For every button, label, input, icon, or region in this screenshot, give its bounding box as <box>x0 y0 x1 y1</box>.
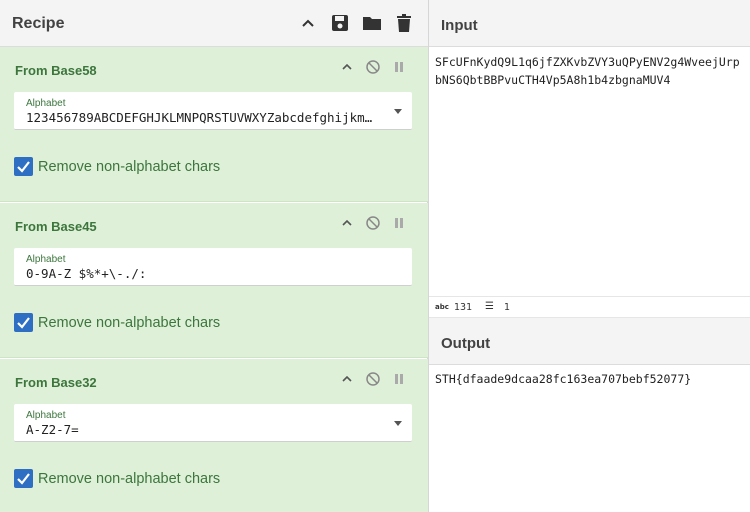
recipe-header: Recipe <box>0 0 428 47</box>
recipe-panel: Recipe From Base58 Alphabet 123456789ABC… <box>0 0 428 512</box>
char-count: 131 <box>454 302 473 313</box>
checkbox-label[interactable]: Remove non-alphabet chars <box>38 315 220 331</box>
pause-icon[interactable] <box>391 215 407 231</box>
remove-non-alphabet-checkbox[interactable] <box>14 157 33 176</box>
input-header: Input <box>429 0 750 47</box>
io-panel: Input SFcUFnKydQ9L1q6jfZXKvbZVY3uQPyENV2… <box>429 0 750 512</box>
checkbox-label[interactable]: Remove non-alphabet chars <box>38 471 220 487</box>
chevron-up-icon[interactable] <box>339 215 355 231</box>
chevron-up-icon[interactable] <box>339 371 355 387</box>
folder-icon[interactable] <box>362 13 382 33</box>
alphabet-input[interactable]: Alphabet 0-9A-Z $%*+\-./: <box>14 248 412 286</box>
input-textarea[interactable]: SFcUFnKydQ9L1q6jfZXKvbZVY3uQPyENV2g4Wvee… <box>435 53 750 89</box>
dropdown-caret-icon[interactable] <box>394 421 402 426</box>
save-icon[interactable] <box>330 13 350 33</box>
alphabet-select[interactable]: Alphabet A-Z2-7= <box>14 404 412 442</box>
alphabet-value: A-Z2-7= <box>26 422 79 437</box>
operation-title: From Base45 <box>15 219 97 234</box>
line-count: 1 <box>504 302 511 313</box>
alphabet-label: Alphabet <box>26 254 66 265</box>
trash-icon[interactable] <box>394 13 414 33</box>
operation-from-base45: From Base45 Alphabet 0-9A-Z $%*+\-./: Re… <box>0 203 428 358</box>
output-title: Output <box>441 335 491 352</box>
output-textarea[interactable]: STH{dfaade9dcaa28fc163ea707bebf52077} <box>435 370 750 388</box>
chevron-up-icon[interactable] <box>339 59 355 75</box>
dropdown-caret-icon[interactable] <box>394 109 402 114</box>
disable-icon[interactable] <box>365 215 381 231</box>
remove-non-alphabet-checkbox[interactable] <box>14 469 33 488</box>
operation-title: From Base58 <box>15 63 97 78</box>
operation-from-base32: From Base32 Alphabet A-Z2-7= Remove non-… <box>0 359 428 512</box>
line-count-icon: ☰ <box>485 301 494 312</box>
operation-from-base58: From Base58 Alphabet 123456789ABCDEFGHJK… <box>0 47 428 202</box>
disable-icon[interactable] <box>365 59 381 75</box>
disable-icon[interactable] <box>365 371 381 387</box>
alphabet-label: Alphabet <box>26 410 66 421</box>
recipe-title: Recipe <box>12 15 65 32</box>
remove-non-alphabet-checkbox[interactable] <box>14 313 33 332</box>
output-header: Output <box>429 318 750 365</box>
input-status-bar: abc 131 ☰ 1 <box>429 296 750 318</box>
operation-title: From Base32 <box>15 375 97 390</box>
pause-icon[interactable] <box>391 59 407 75</box>
char-count-icon: abc <box>435 303 449 311</box>
alphabet-label: Alphabet <box>26 98 66 109</box>
chevron-up-icon[interactable] <box>298 13 318 33</box>
alphabet-value: 123456789ABCDEFGHJKLMNPQRSTUVWXYZabcdefg… <box>26 110 376 125</box>
alphabet-value: 0-9A-Z $%*+\-./: <box>26 266 147 281</box>
checkbox-label[interactable]: Remove non-alphabet chars <box>38 159 220 175</box>
input-title: Input <box>441 17 478 34</box>
pause-icon[interactable] <box>391 371 407 387</box>
alphabet-select[interactable]: Alphabet 123456789ABCDEFGHJKLMNPQRSTUVWX… <box>14 92 412 130</box>
